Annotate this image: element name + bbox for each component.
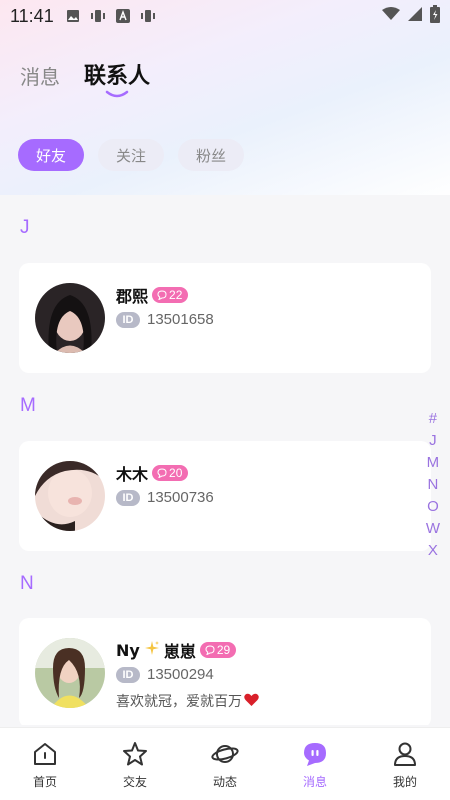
contact-bio: 喜欢就冠，爱就百万 — [116, 691, 259, 711]
filter-chips: 好友 关注 粉丝 — [18, 139, 245, 171]
nav-home-label: 首页 — [32, 775, 57, 789]
level-value: 20 — [169, 466, 183, 480]
active-tab-indicator — [105, 79, 129, 104]
contact-id-row: ID 13500736 — [116, 489, 214, 506]
nav-profile-label: 我的 — [392, 775, 417, 789]
index-letter[interactable]: # — [429, 408, 437, 430]
home-icon — [31, 740, 59, 768]
contact-name-row: Ny 崽崽 29 — [116, 638, 237, 662]
index-letter[interactable]: X — [428, 540, 438, 562]
contact-name-prefix: Ny — [116, 640, 140, 660]
tab-messages[interactable]: 消息 — [20, 61, 60, 90]
contact-bio-text: 喜欢就冠，爱就百万 — [116, 694, 242, 710]
nav-feed-label: 动态 — [212, 775, 237, 789]
message-icon — [301, 740, 329, 768]
index-letter[interactable]: M — [427, 452, 440, 474]
bottom-nav: 首页 交友 动态 消息 我的 — [0, 727, 450, 800]
status-bar: 11:41 — [0, 0, 450, 32]
vibrate-icon — [140, 9, 156, 23]
contact-id-row: ID 13500294 — [116, 666, 214, 683]
heart-icon — [244, 693, 259, 711]
wifi-icon — [382, 6, 400, 26]
id-tag: ID — [116, 666, 140, 683]
alphabet-index[interactable]: # J M N O W X — [426, 408, 440, 562]
nav-discover[interactable]: 交友 — [90, 728, 180, 800]
contact-name-row: 木木 20 — [116, 461, 189, 485]
contact-id: 13500294 — [147, 666, 214, 683]
image-icon — [66, 9, 80, 23]
nav-feed[interactable]: 动态 — [180, 728, 270, 800]
contact-name: 崽崽 — [163, 642, 196, 661]
nav-discover-label: 交友 — [122, 775, 147, 789]
vibrate-icon — [90, 9, 106, 23]
chat-bubble-icon — [157, 468, 167, 478]
contact-id-row: ID 13501658 — [116, 311, 214, 328]
level-badge: 20 — [152, 465, 189, 481]
contact-card[interactable]: 郡熙 22 ID 13501658 — [19, 263, 431, 373]
contact-card[interactable]: 木木 20 ID 13500736 — [19, 441, 431, 551]
font-icon — [115, 9, 130, 23]
index-letter[interactable]: J — [429, 430, 437, 452]
contact-id: 13501658 — [147, 311, 214, 328]
avatar[interactable] — [35, 461, 105, 531]
planet-icon — [211, 740, 239, 768]
id-tag: ID — [116, 311, 140, 328]
nav-profile[interactable]: 我的 — [360, 728, 450, 800]
section-letter-n: N — [20, 573, 34, 594]
avatar[interactable] — [35, 283, 105, 353]
avatar[interactable] — [35, 638, 105, 708]
contact-name-row: 郡熙 22 — [116, 283, 189, 307]
level-value: 22 — [169, 288, 183, 302]
level-badge: 22 — [152, 287, 189, 303]
sparkle-icon — [144, 640, 160, 660]
contact-id: 13500736 — [147, 489, 214, 506]
contact-card[interactable]: Ny 崽崽 29 ID 13500294 喜欢就冠，爱就百万 — [19, 618, 431, 725]
battery-icon — [430, 4, 440, 28]
status-time: 11:41 — [10, 5, 54, 26]
filter-fans[interactable]: 粉丝 — [178, 139, 245, 171]
profile-icon — [391, 740, 419, 768]
contact-name: 郡熙 — [116, 287, 149, 306]
contact-list[interactable]: J 郡熙 22 ID 13501658 M 木木 20 ID 13500736 … — [0, 195, 450, 725]
tab-contacts[interactable]: 联系人 — [84, 58, 150, 98]
index-letter[interactable]: N — [427, 474, 438, 496]
contact-name: 木木 — [116, 465, 149, 484]
section-letter-j: J — [20, 217, 30, 238]
index-letter[interactable]: W — [426, 518, 440, 540]
level-badge: 29 — [199, 642, 237, 658]
star-icon — [121, 740, 149, 768]
signal-icon — [408, 6, 422, 26]
filter-following[interactable]: 关注 — [98, 139, 165, 171]
nav-home[interactable]: 首页 — [0, 728, 90, 800]
chat-bubble-icon — [205, 645, 215, 655]
section-letter-m: M — [20, 395, 36, 416]
id-tag: ID — [116, 489, 140, 506]
nav-messages-label: 消息 — [302, 775, 327, 789]
level-value: 29 — [216, 643, 231, 657]
chat-bubble-icon — [157, 290, 167, 300]
filter-friends[interactable]: 好友 — [18, 139, 85, 171]
nav-messages[interactable]: 消息 — [270, 728, 360, 800]
header-tabs: 消息 联系人 — [20, 58, 150, 98]
index-letter[interactable]: O — [427, 496, 439, 518]
